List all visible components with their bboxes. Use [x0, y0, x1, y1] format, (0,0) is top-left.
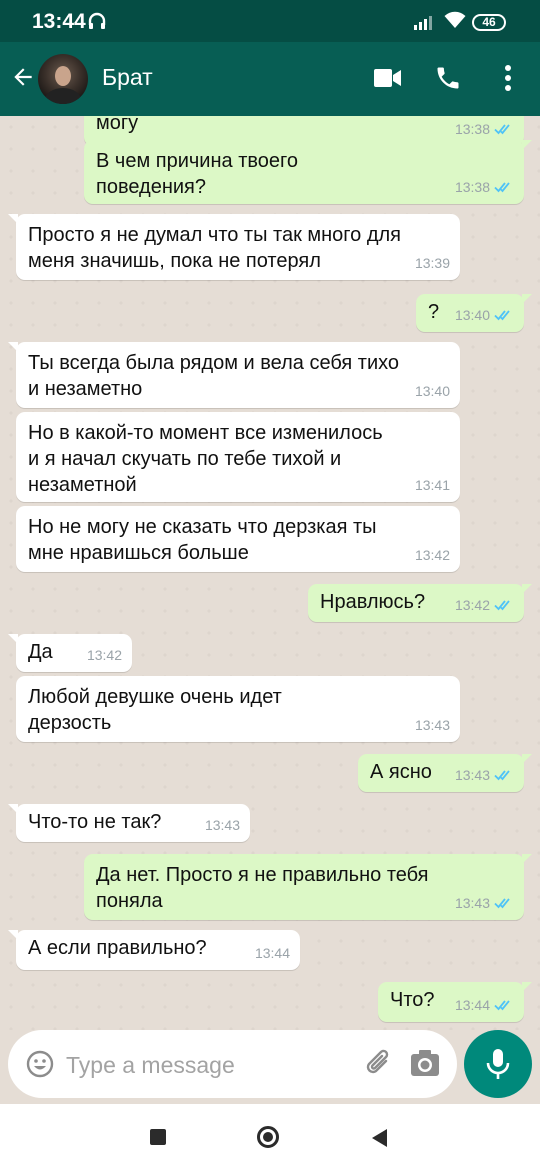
message-time: 13:40 — [414, 383, 450, 399]
message-time: 13:43 — [454, 767, 490, 783]
system-nav-bar — [0, 1104, 540, 1170]
message-text: В чем причина твоего поведения? — [96, 150, 298, 198]
message-list[interactable]: могу 13:38 В чем причина твоего поведени… — [0, 116, 540, 1030]
chat-header: Брат — [0, 42, 540, 116]
message-incoming[interactable]: А если правильно? 13:44 — [8, 930, 300, 970]
message-outgoing[interactable]: Да нет. Просто я не правильно тебя понял… — [84, 854, 532, 920]
read-ticks-icon — [494, 600, 510, 611]
message-outgoing[interactable]: Что? 13:44 — [378, 982, 532, 1022]
battery-icon: 46 — [472, 14, 506, 31]
more-vert-icon[interactable] — [503, 64, 513, 92]
read-ticks-icon — [494, 1000, 510, 1011]
message-incoming[interactable]: Что-то не так? 13:43 — [8, 804, 250, 842]
message-incoming[interactable]: Любой девушке очень идет дерзость 13:43 — [16, 676, 460, 742]
message-outgoing[interactable]: Нравлюсь? 13:42 — [308, 584, 532, 622]
mic-icon — [486, 1049, 510, 1079]
message-incoming[interactable]: Но не могу не сказать что дерзкая ты мне… — [16, 506, 460, 572]
message-time: 13:43 — [204, 817, 240, 833]
avatar[interactable] — [38, 54, 88, 104]
message-text: Ты всегда была рядом и вела себя тихо и … — [28, 352, 400, 400]
message-time: 13:43 — [454, 895, 490, 911]
message-text: Любой девушке очень идет дерзость — [28, 686, 282, 734]
signal-icon — [414, 16, 432, 30]
message-text: Да нет. Просто я не правильно тебя понял… — [96, 864, 429, 912]
message-text: Но в какой-то момент все изменилось и я … — [28, 422, 383, 496]
contact-name[interactable]: Брат — [102, 64, 153, 91]
mic-button[interactable] — [464, 1030, 532, 1098]
message-outgoing[interactable]: В чем причина твоего поведения? 13:38 — [84, 140, 532, 204]
status-time: 13:44 — [32, 10, 86, 33]
back-arrow-icon[interactable] — [10, 64, 36, 90]
message-outgoing[interactable]: ? 13:40 — [416, 294, 532, 332]
wifi-icon — [444, 11, 466, 28]
message-time: 13:42 — [454, 597, 490, 613]
message-time: 13:38 — [454, 121, 490, 137]
message-incoming[interactable]: Да 13:42 — [8, 634, 132, 672]
recents-icon[interactable] — [150, 1129, 166, 1145]
read-ticks-icon — [494, 310, 510, 321]
headphones-icon — [88, 12, 106, 29]
message-time: 13:44 — [454, 997, 490, 1013]
video-call-icon[interactable] — [374, 68, 402, 88]
message-time: 13:41 — [414, 477, 450, 493]
message-time: 13:40 — [454, 307, 490, 323]
read-ticks-icon — [494, 898, 510, 909]
message-outgoing[interactable]: А ясно 13:43 — [358, 754, 532, 792]
message-time: 13:42 — [414, 547, 450, 563]
read-ticks-icon — [494, 124, 510, 135]
message-text: Просто я не думал что ты так много для м… — [28, 224, 402, 272]
message-text: Но не могу не сказать что дерзкая ты мне… — [28, 516, 377, 564]
attach-icon[interactable] — [364, 1048, 394, 1080]
message-time: 13:44 — [254, 945, 290, 961]
nav-back-icon[interactable] — [372, 1129, 387, 1147]
message-time: 13:43 — [414, 717, 450, 733]
home-icon[interactable] — [257, 1126, 279, 1148]
battery-level: 46 — [482, 15, 496, 29]
read-ticks-icon — [494, 182, 510, 193]
message-text: могу — [96, 116, 139, 134]
message-incoming[interactable]: Просто я не думал что ты так много для м… — [8, 214, 460, 280]
message-time: 13:42 — [86, 647, 122, 663]
message-time: 13:38 — [454, 179, 490, 195]
message-input[interactable] — [64, 1044, 348, 1086]
message-incoming[interactable]: Но в какой-то момент все изменилось и я … — [16, 412, 460, 502]
camera-icon[interactable] — [410, 1048, 440, 1078]
phone-icon[interactable] — [434, 64, 462, 92]
message-composer — [8, 1030, 457, 1098]
status-bar: 13:44 46 — [0, 0, 540, 42]
emoji-icon[interactable] — [26, 1050, 54, 1078]
message-incoming[interactable]: Ты всегда была рядом и вела себя тихо и … — [8, 342, 460, 408]
message-text: А если правильно? — [28, 937, 207, 959]
read-ticks-icon — [494, 770, 510, 781]
message-time: 13:39 — [414, 255, 450, 271]
